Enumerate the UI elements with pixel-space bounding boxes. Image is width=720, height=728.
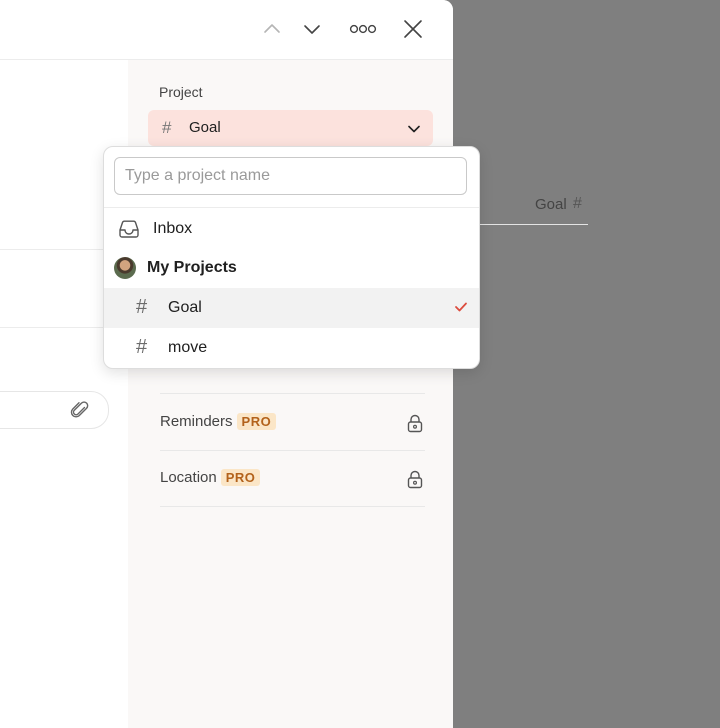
background-divider (478, 224, 588, 225)
location-row[interactable]: Location PRO (160, 450, 425, 507)
comment-input[interactable] (0, 391, 109, 429)
chevron-down-icon (304, 25, 320, 34)
background-hash-icon: # (573, 195, 582, 212)
background-task-project: Goal (535, 196, 567, 213)
lock-icon (407, 414, 423, 433)
hash-icon: # (136, 336, 148, 358)
next-task-button[interactable] (297, 14, 327, 44)
chevron-up-icon (264, 24, 280, 33)
attach-file-button[interactable] (70, 400, 90, 425)
project-option-goal[interactable]: # Goal (104, 288, 479, 328)
project-picker-dropdown: Inbox My Projects # Goal # move (103, 146, 480, 369)
paperclip-icon (70, 401, 89, 418)
project-selector[interactable]: # Goal (148, 110, 433, 146)
close-button[interactable] (398, 14, 428, 44)
project-label: Project (159, 84, 203, 100)
modal-header (0, 0, 453, 60)
reminders-row[interactable]: Reminders PRO (160, 394, 425, 451)
check-icon (455, 302, 467, 312)
project-search-input[interactable] (114, 157, 467, 195)
avatar (114, 257, 136, 279)
project-option-move[interactable]: # move (104, 328, 479, 368)
close-icon (404, 20, 422, 38)
inbox-label: Inbox (153, 220, 193, 237)
hash-icon: # (162, 118, 172, 137)
inbox-icon (119, 220, 139, 238)
hash-icon: # (136, 296, 148, 318)
more-icon (349, 24, 377, 34)
reminders-label: Reminders (160, 413, 233, 430)
divider (104, 207, 479, 208)
pro-badge: PRO (236, 413, 277, 430)
previous-task-button[interactable] (257, 14, 287, 44)
lock-icon (407, 470, 423, 489)
project-option-label: Goal (168, 299, 202, 316)
project-option-label: move (168, 339, 208, 356)
pro-badge: PRO (220, 469, 261, 486)
location-label: Location (160, 469, 217, 486)
group-label: My Projects (147, 259, 237, 276)
more-actions-button[interactable] (348, 14, 378, 44)
chevron-down-icon (408, 125, 420, 133)
selected-project-name: Goal (189, 119, 221, 136)
inbox-option[interactable]: Inbox (104, 209, 479, 249)
